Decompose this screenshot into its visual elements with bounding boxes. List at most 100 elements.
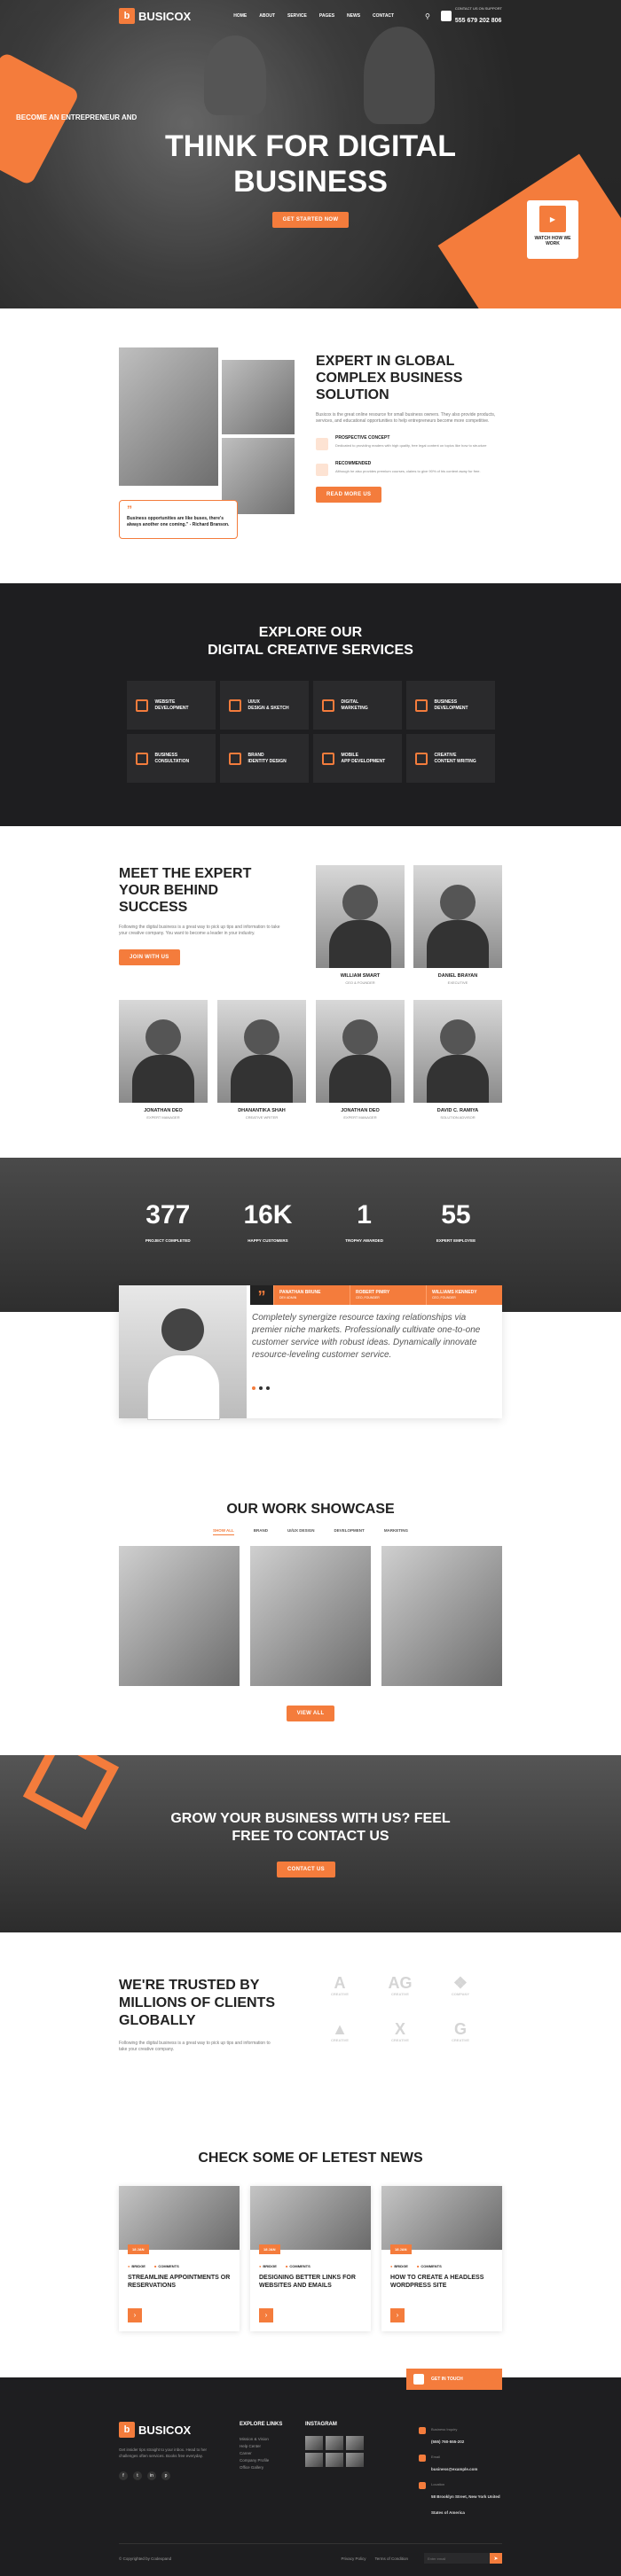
- service-card[interactable]: WEBSITE DEVELOPMENT: [126, 681, 216, 730]
- brand-logo[interactable]: b BUSICOX: [119, 8, 191, 24]
- footer-link[interactable]: Career: [240, 2450, 282, 2457]
- instagram-photo[interactable]: [326, 2453, 343, 2467]
- instagram-photo[interactable]: [326, 2436, 343, 2450]
- news-author-name: BRIDGE: [394, 2264, 408, 2268]
- footer-link[interactable]: Company Profile: [240, 2457, 282, 2464]
- work-item-image[interactable]: [381, 1546, 502, 1686]
- news-card[interactable]: 18 JAN ● BRIDGE ■ COMMENTS DESIGNING BETTER…: [250, 2186, 371, 2331]
- member-role: EXPERT MANAGER: [146, 1115, 180, 1120]
- footer-link[interactable]: Help Center: [240, 2443, 282, 2450]
- footer-link[interactable]: Office Gallery: [240, 2464, 282, 2471]
- filter-marketing[interactable]: MARKETING: [384, 1528, 408, 1535]
- service-line1: CREATIVE: [434, 752, 457, 758]
- testimonial-tab[interactable]: WILLIAMS KENNEDY CEO, FOUNDER: [426, 1285, 502, 1305]
- instagram-photo[interactable]: [305, 2453, 323, 2467]
- recommend-icon: [316, 464, 328, 476]
- menu-item-home[interactable]: HOME: [233, 13, 247, 19]
- team-member[interactable]: JONATHAN DEO EXPERT MANAGER: [119, 1000, 208, 1120]
- get-started-button[interactable]: GET STARTED NOW: [271, 212, 350, 228]
- pinterest-icon[interactable]: p: [161, 2471, 170, 2480]
- team-member[interactable]: DAVID C. RAMIYA SOLUTION ADVISOR: [413, 1000, 502, 1120]
- menu-item-pages[interactable]: PAGES: [319, 13, 334, 19]
- service-card[interactable]: MOBILE APP DEVELOPMENT: [312, 734, 402, 783]
- location-icon: [419, 2482, 426, 2489]
- get-in-touch-banner[interactable]: GET IN TOUCH: [406, 2369, 502, 2390]
- slider-dot-active[interactable]: [252, 1386, 255, 1390]
- play-icon[interactable]: ▶: [539, 206, 566, 232]
- view-all-button[interactable]: VIEW ALL: [286, 1706, 335, 1721]
- testimonial-tab[interactable]: ROBERT PIMRY CEO, FOUNDER: [350, 1285, 426, 1305]
- read-more-button[interactable]: READ MORE US: [316, 487, 382, 503]
- filter-uiux[interactable]: UI/UX DESIGN: [287, 1528, 315, 1535]
- team-member[interactable]: WILLIAM SMART CEO & FOUNDER: [316, 865, 405, 985]
- contact-value[interactable]: (555) 760-555-202: [431, 2439, 464, 2444]
- support-call[interactable]: CONTACT US ON SUPPORT 555 679 202 806: [440, 6, 502, 27]
- service-card[interactable]: DIGITAL MARKETING: [312, 681, 402, 730]
- instagram-photo[interactable]: [346, 2453, 364, 2467]
- video-card[interactable]: ▶ WATCH HOW WE WORK: [527, 200, 578, 259]
- privacy-policy-link[interactable]: Privacy Policy: [341, 2556, 366, 2561]
- menu-item-contact[interactable]: CONTACT: [373, 13, 394, 19]
- social-links: f t in p: [119, 2471, 225, 2480]
- join-us-button[interactable]: JOIN WITH US: [119, 949, 180, 965]
- about-quote: ” Business opportunities are like buses, …: [119, 500, 238, 539]
- instagram-photo[interactable]: [305, 2436, 323, 2450]
- slider-dot[interactable]: [266, 1386, 270, 1390]
- instagram-photo[interactable]: [346, 2436, 364, 2450]
- contact-us-button[interactable]: CONTACT US: [277, 1862, 335, 1877]
- client-logo-glyph: A: [334, 1973, 346, 1992]
- client-logo-glyph: ▲: [332, 2019, 348, 2038]
- news-headline[interactable]: DESIGNING BETTER LINKS FOR WEBSITES AND …: [259, 2274, 362, 2290]
- team-member[interactable]: JONATHAN DEO EXPERT MANAGER: [316, 1000, 405, 1120]
- footer-brand-logo[interactable]: b BUSICOX: [119, 2422, 225, 2438]
- clients-title: WE'RE TRUSTED BY MILLIONS OF CLIENTS GLO…: [119, 1978, 275, 2028]
- news-headline[interactable]: HOW TO CREATE A HEADLESS WORDPRESS SITE: [390, 2274, 493, 2290]
- contact-value[interactable]: business@example.com: [431, 2467, 477, 2471]
- news-headline[interactable]: STREAMLINE APPOINTMENTS OR RESERVATIONS: [128, 2274, 231, 2290]
- footer-link[interactable]: Mission & Vision: [240, 2436, 282, 2443]
- service-card[interactable]: CREATIVE CONTENT WRITING: [405, 734, 495, 783]
- subscribe-button[interactable]: ➤: [490, 2553, 502, 2564]
- news-card[interactable]: 18 JAN ● BRIDGE ■ COMMENTS HOW TO CREATE A …: [381, 2186, 502, 2331]
- service-card[interactable]: BRAND IDENTITY DESIGN: [219, 734, 309, 783]
- testimonial-tab[interactable]: PANATHAN BRUNE DEV ADMIN: [273, 1285, 350, 1305]
- filter-development[interactable]: DEVELOPMENT: [334, 1528, 365, 1535]
- hero-person-shape: [364, 27, 435, 124]
- work-section: OUR WORK SHOWCASE SHOW ALL BRAND UI/UX D…: [0, 1480, 621, 1755]
- search-icon[interactable]: ⚲: [425, 12, 430, 20]
- service-card[interactable]: UI/UX DESIGN & SKETCH: [219, 681, 309, 730]
- member-name: DAVID C. RAMIYA: [436, 1108, 479, 1113]
- arrow-right-icon[interactable]: ›: [128, 2308, 142, 2322]
- twitter-icon[interactable]: t: [133, 2471, 142, 2480]
- linkedin-icon[interactable]: in: [147, 2471, 156, 2480]
- news-title: CHECK SOME OF LETEST NEWS: [198, 2151, 423, 2166]
- service-line1: BUSINESS: [434, 699, 458, 705]
- subscribe-email-input[interactable]: [424, 2553, 490, 2564]
- member-role: CEO & FOUNDER: [345, 980, 375, 985]
- slider-dot[interactable]: [259, 1386, 263, 1390]
- service-line1: DIGITAL: [341, 699, 359, 705]
- service-card[interactable]: BUSINESS CONSULTATION: [126, 734, 216, 783]
- facebook-icon[interactable]: f: [119, 2471, 128, 2480]
- arrow-right-icon[interactable]: ›: [259, 2308, 273, 2322]
- client-logo-name: CREATIVE: [391, 1991, 409, 1996]
- menu-item-news[interactable]: NEWS: [347, 13, 360, 19]
- news-author: ● BRIDGE: [128, 2264, 145, 2268]
- service-card[interactable]: BUSINESS DEVELOPMENT: [405, 681, 495, 730]
- team-member[interactable]: DHANANTIKA SHAH CREATIVE WRITER: [217, 1000, 306, 1120]
- work-item-image[interactable]: [119, 1546, 240, 1686]
- member-photo: [119, 1000, 208, 1103]
- menu-item-about[interactable]: ABOUT: [259, 13, 275, 19]
- arrow-right-icon[interactable]: ›: [390, 2308, 405, 2322]
- work-item-image[interactable]: [250, 1546, 371, 1686]
- terms-link[interactable]: Terms of Condition: [374, 2556, 408, 2561]
- service-line1: MOBILE: [341, 752, 358, 758]
- member-name: JONATHAN DEO: [341, 1108, 380, 1113]
- news-card[interactable]: 18 JAN ● BRIDGE ■ COMMENTS STREAMLINE APPOI…: [119, 2186, 240, 2331]
- filter-brand[interactable]: BRAND: [254, 1528, 268, 1535]
- menu-item-service[interactable]: SERVICE: [287, 13, 307, 19]
- client-logo-glyph: G: [453, 2019, 467, 2038]
- team-member[interactable]: DANIEL BRAYAN EXECUTIVE: [413, 865, 502, 985]
- filter-show-all[interactable]: SHOW ALL: [212, 1528, 234, 1535]
- services-section: EXPLORE OUR DIGITAL CREATIVE SERVICES WEB…: [0, 583, 621, 826]
